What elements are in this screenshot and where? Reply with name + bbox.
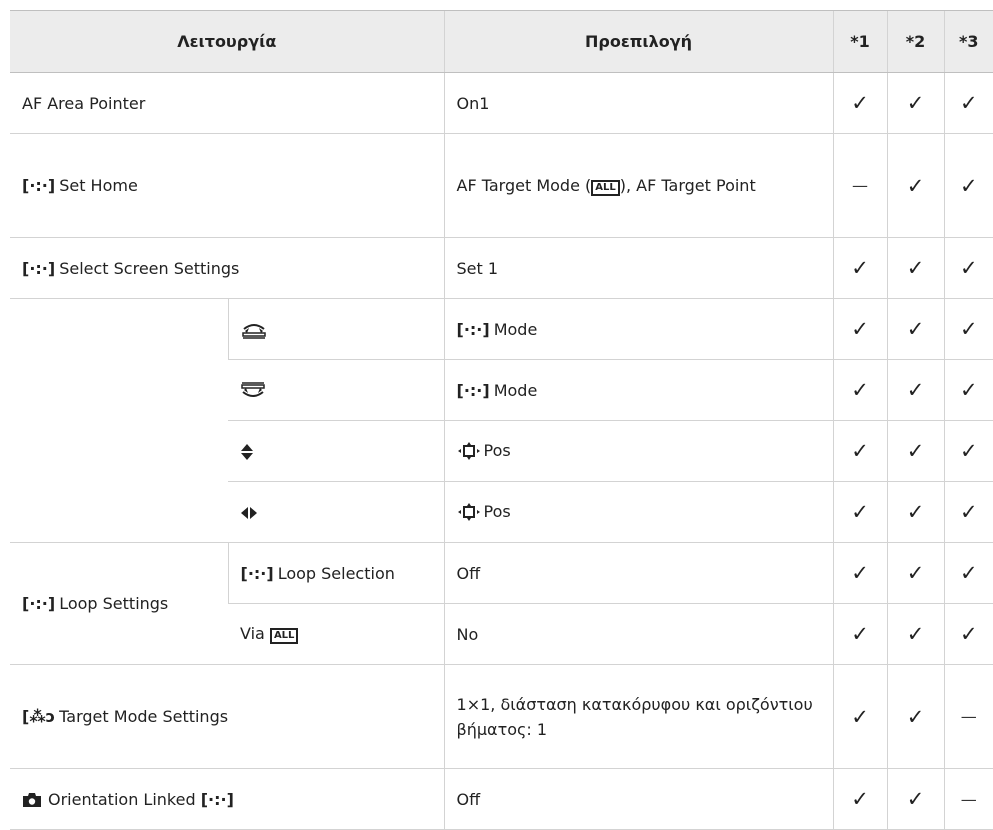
row-name: Set Home — [59, 176, 138, 195]
af-area-icon: [·:·] — [200, 789, 234, 809]
af-area-icon: [·:·] — [456, 380, 490, 400]
sub-name-cell: Via ALL — [228, 603, 445, 665]
header-col3: *3 — [943, 10, 993, 73]
up-down-arrows-icon — [228, 420, 445, 482]
settings-table-container: Λειτουργία Προεπιλογή *1 *2 *3 AF Area P… — [10, 10, 993, 830]
row-name: Orientation Linked — [48, 789, 196, 809]
table-row: [·:·] Loop Settings [·:·] Loop Selection O… — [10, 542, 993, 665]
check-mark: ✓ — [943, 133, 993, 238]
check-mark: ✓ — [943, 72, 993, 134]
af-area-icon: [·:·] — [22, 176, 56, 195]
row-default-cell: [·:·] Mode — [443, 359, 834, 421]
table-row: [·:·] Mode ✓ ✓ ✓ — [10, 298, 993, 543]
sub-name: Via — [240, 624, 265, 643]
table-row: AF Area Pointer On1 ✓ ✓ ✓ — [10, 72, 993, 134]
row-default: On1 — [443, 72, 834, 134]
check-mark: ✓ — [943, 603, 993, 665]
row-default-cell: AF Target Mode (ALL), AF Target Point — [443, 133, 834, 238]
row-default-cell: Pos — [443, 481, 834, 543]
left-right-arrows-icon — [228, 481, 445, 543]
check-mark: ✓ — [943, 542, 993, 604]
row-default-cell: [·:·] Mode — [443, 298, 834, 360]
all-targets-icon: ALL — [591, 180, 620, 196]
row-default: Off — [443, 542, 834, 604]
header-col1: *1 — [832, 10, 888, 73]
table-row: [·:·] Select Screen Settings Set 1 ✓ ✓ ✓ — [10, 237, 993, 299]
check-mark: ✓ — [832, 481, 888, 543]
row-name: AF Area Pointer — [10, 72, 445, 134]
check-mark: ✓ — [886, 359, 945, 421]
default-text: ), AF Target Point — [619, 176, 756, 195]
check-mark: ✓ — [832, 298, 888, 360]
header-default: Προεπιλογή — [443, 10, 834, 73]
row-name-cell: [⁂ↄ Target Mode Settings — [10, 664, 445, 769]
sub-name-cell: [·:·] Loop Selection — [227, 542, 445, 604]
af-area-icon: [·:·] — [456, 319, 490, 339]
row-default: Pos — [483, 501, 511, 521]
check-mark: ✓ — [943, 481, 993, 543]
af-area-icon: [·:·] — [22, 594, 56, 613]
table-row: [⁂ↄ Target Mode Settings 1×1, διάσταση κα… — [10, 664, 993, 769]
table-row: Orientation Linked [·:·] Off ✓ ✓ — — [10, 768, 993, 830]
loop-settings-group: [·:·] Loop Settings — [10, 542, 228, 665]
default-text: AF Target Mode ( — [456, 176, 592, 195]
row-default: Mode — [493, 380, 538, 400]
check-mark: ✓ — [832, 72, 888, 134]
check-mark: ✓ — [832, 664, 888, 769]
header-col2: *2 — [886, 10, 945, 73]
check-mark: ✓ — [886, 237, 945, 299]
table-row: [·:·] Set Home AF Target Mode (ALL), AF T… — [10, 133, 993, 238]
check-mark: ✓ — [832, 603, 888, 665]
row-default: 1×1, διάσταση κατακόρυφου και οριζόντιου… — [443, 664, 834, 769]
row-default: Set 1 — [443, 237, 834, 299]
check-mark: ✓ — [943, 420, 993, 482]
row-default: Pos — [483, 440, 511, 460]
settings-table: Λειτουργία Προεπιλογή *1 *2 *3 AF Area P… — [10, 10, 993, 830]
af-area-icon: [·:·] — [240, 563, 274, 583]
group-target-icon: [⁂ↄ — [22, 707, 56, 726]
empty-group-cell — [10, 298, 228, 543]
row-name-cell: [·:·] Select Screen Settings — [10, 237, 445, 299]
all-targets-icon: ALL — [269, 628, 299, 644]
row-name-cell: [·:·] Set Home — [10, 133, 445, 238]
group-name: Loop Settings — [59, 594, 169, 613]
row-default: No — [443, 603, 834, 665]
row-default: Off — [443, 768, 834, 830]
check-mark: ✓ — [832, 542, 888, 604]
check-mark: ✓ — [832, 420, 888, 482]
check-mark: ✓ — [886, 420, 945, 482]
check-mark: ✓ — [886, 298, 945, 360]
check-mark: ✓ — [943, 237, 993, 299]
check-mark: ✓ — [943, 298, 993, 360]
header-function: Λειτουργία — [10, 10, 445, 73]
check-mark: ✓ — [886, 542, 945, 604]
row-name: Target Mode Settings — [59, 707, 229, 726]
row-name: Select Screen Settings — [59, 258, 240, 278]
move-icon — [457, 502, 484, 522]
check-mark: ✓ — [886, 481, 945, 543]
check-mark: ✓ — [886, 664, 945, 769]
dash-mark: — — [832, 133, 888, 238]
header-row: Λειτουργία Προεπιλογή *1 *2 *3 — [10, 10, 993, 73]
sub-name: Loop Selection — [277, 563, 395, 583]
check-mark: ✓ — [886, 72, 945, 134]
row-default-cell: Pos — [443, 420, 834, 482]
dash-mark: — — [943, 664, 993, 769]
check-mark: ✓ — [886, 603, 945, 665]
front-dial-icon — [227, 298, 445, 360]
check-mark: ✓ — [943, 359, 993, 421]
rear-dial-icon — [228, 359, 445, 421]
check-mark: ✓ — [886, 768, 945, 830]
row-name-cell: Orientation Linked [·:·] — [10, 768, 445, 830]
camera-icon — [22, 790, 48, 809]
af-area-icon: [·:·] — [22, 258, 56, 278]
move-icon — [457, 441, 484, 461]
row-default: Mode — [493, 319, 538, 339]
check-mark: ✓ — [832, 768, 888, 830]
check-mark: ✓ — [832, 359, 888, 421]
check-mark: ✓ — [886, 133, 945, 238]
dash-mark: — — [943, 768, 993, 830]
check-mark: ✓ — [832, 237, 888, 299]
